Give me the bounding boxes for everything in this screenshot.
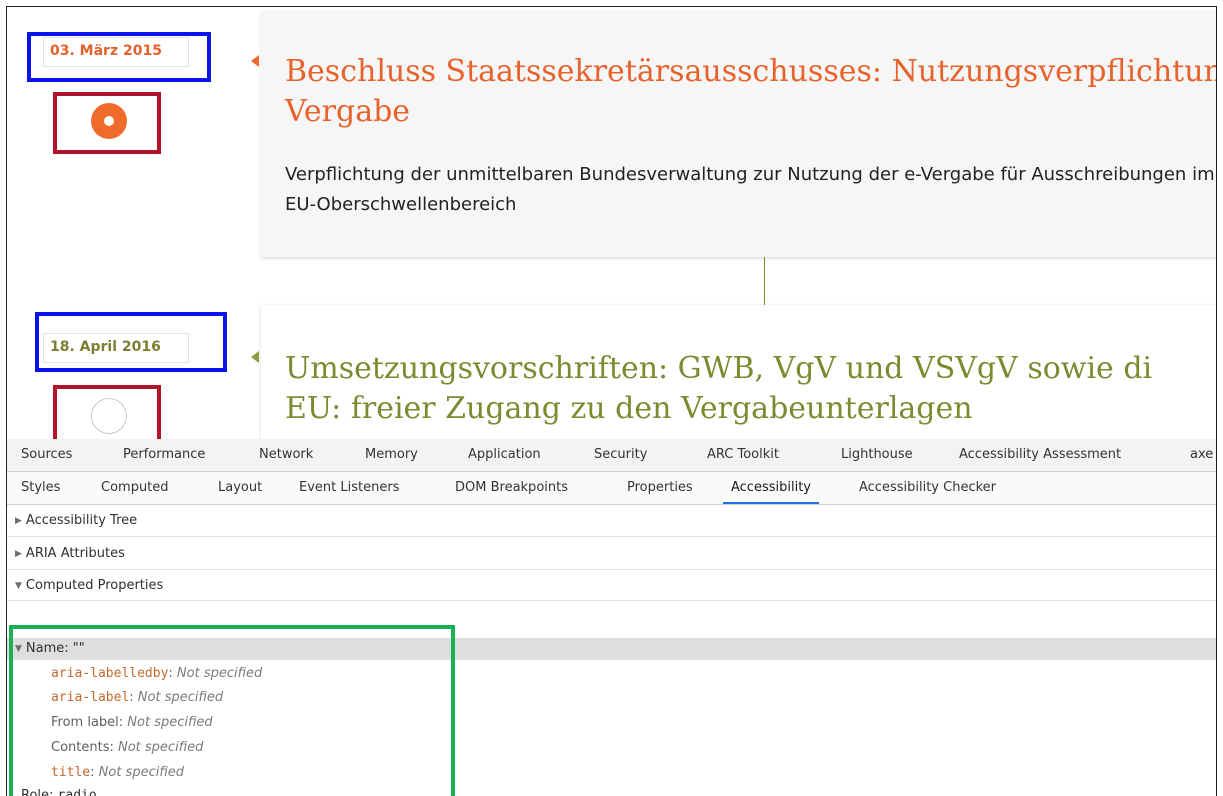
section-accessibility-tree[interactable]: ▶ Accessibility Tree [7,505,1216,537]
tab-network[interactable]: Network [259,439,313,471]
collapse-triangle-icon: ▼ [15,581,22,591]
section-computed-properties-label: Computed Properties [25,578,164,593]
devtools-main-tabbar: Sources Performance Network Memory Appli… [7,439,1216,472]
devtools-panel: Sources Performance Network Memory Appli… [7,439,1216,796]
tab-computed[interactable]: Computed [101,472,169,504]
timeline-card-2-title-line2: EU: freier Zugang zu den Vergabeunterlag… [285,391,973,426]
date-2-highlight-box [35,312,227,372]
tab-layout[interactable]: Layout [218,472,262,504]
section-aria-attributes[interactable]: ▶ ARIA Attributes [7,538,1216,570]
timeline-card-1-title[interactable]: Beschluss Staatssekretärsausschusses: Nu… [285,52,1217,132]
timeline-card-1-title-line2: Vergabe [285,94,411,129]
tab-memory[interactable]: Memory [365,439,418,471]
radio-1-highlight-box [53,92,161,154]
card-pointer-arrow-2 [251,351,259,363]
computed-name-highlight-box [9,625,455,796]
tab-application[interactable]: Application [468,439,541,471]
tab-properties[interactable]: Properties [627,472,693,504]
tab-styles[interactable]: Styles [21,472,60,504]
date-1-highlight-box [27,32,211,82]
card-pointer-arrow-1 [251,55,259,67]
radio-2-highlight-box [53,385,161,439]
timeline-card-1-title-line1: Beschluss Staatssekretärsausschusses: Nu… [285,54,1217,89]
tab-event-listeners[interactable]: Event Listeners [299,472,399,504]
expand-triangle-icon: ▶ [15,549,22,559]
tab-dom-breakpoints[interactable]: DOM Breakpoints [455,472,568,504]
expand-triangle-icon: ▶ [15,516,22,526]
tab-performance[interactable]: Performance [123,439,205,471]
section-aria-attributes-label: ARIA Attributes [25,546,125,561]
tab-sources[interactable]: Sources [21,439,72,471]
timeline-card-1-description: Verpflichtung der unmittelbaren Bundesve… [285,164,1215,215]
tab-security[interactable]: Security [594,439,647,471]
tab-accessibility-checker[interactable]: Accessibility Checker [859,472,996,504]
timeline-page: Beschluss Staatssekretärsausschusses: Nu… [7,7,1217,439]
timeline-card-2-title[interactable]: Umsetzungsvorschriften: GWB, VgV und VSV… [285,349,1152,429]
timeline-card-2-title-line1: Umsetzungsvorschriften: GWB, VgV und VSV… [285,351,1153,386]
timeline-card-1: Beschluss Staatssekretärsausschusses: Nu… [261,10,1217,257]
devtools-sub-tabbar: Styles Computed Layout Event Listeners D… [7,472,1216,505]
section-accessibility-tree-label: Accessibility Tree [25,513,138,528]
screenshot-frame: Beschluss Staatssekretärsausschusses: Nu… [6,6,1217,796]
tab-lighthouse[interactable]: Lighthouse [841,439,913,471]
tab-accessibility-assessment[interactable]: Accessibility Assessment [959,439,1121,471]
timeline-card-2: Umsetzungsvorschriften: GWB, VgV und VSV… [261,305,1216,439]
timeline-connector [764,257,765,305]
tab-arc-toolkit[interactable]: ARC Toolkit [707,439,779,471]
section-computed-properties[interactable]: ▼ Computed Properties [7,571,1216,601]
tab-axe[interactable]: axe [1190,439,1213,471]
tab-accessibility[interactable]: Accessibility [723,472,819,504]
